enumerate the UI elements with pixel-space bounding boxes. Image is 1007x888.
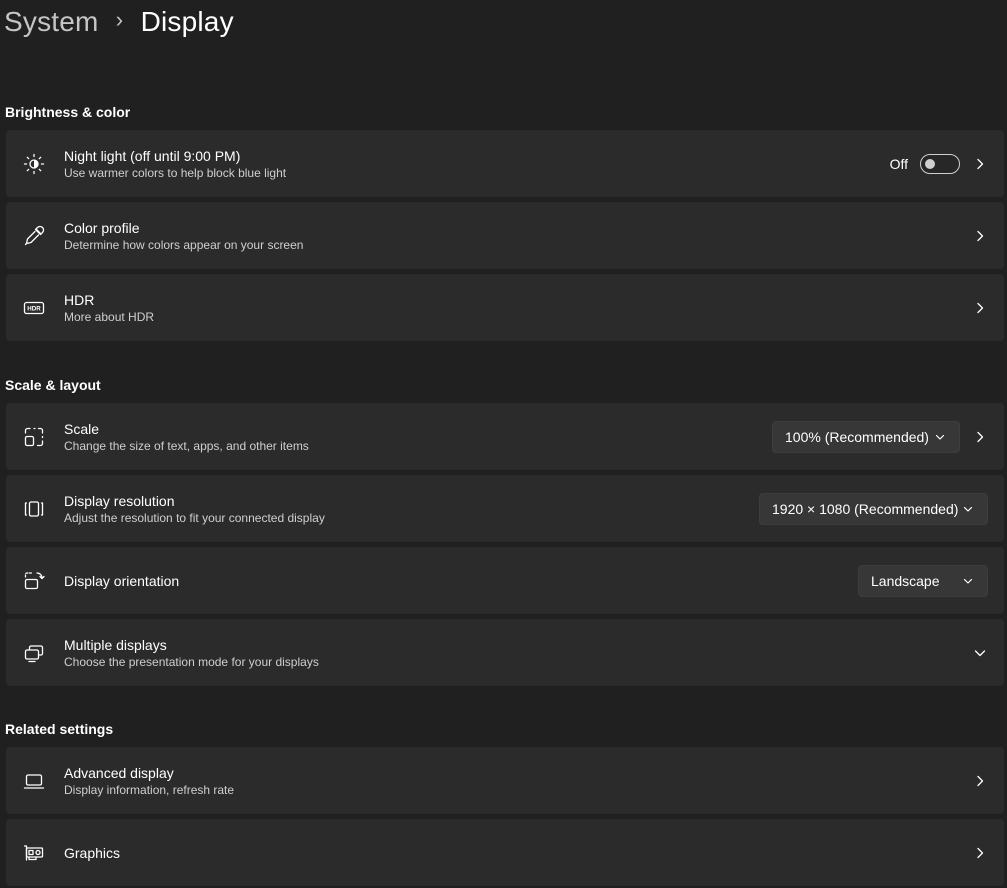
scale-subtitle: Change the size of text, apps, and other… xyxy=(64,438,309,453)
display-orientation-title: Display orientation xyxy=(64,572,180,589)
resolution-icon xyxy=(22,497,46,521)
svg-text:HDR: HDR xyxy=(27,305,41,312)
display-resolution-dropdown-value: 1920 × 1080 (Recommended) xyxy=(772,500,959,517)
advanced-display-title: Advanced display xyxy=(64,764,174,781)
color-profile-subtitle: Determine how colors appear on your scre… xyxy=(64,237,304,252)
scale-dropdown[interactable]: 100% (Recommended) xyxy=(772,420,960,453)
section-title-scale-layout: Scale & layout xyxy=(5,377,101,393)
night-light-title: Night light (off until 9:00 PM) xyxy=(64,147,241,164)
scale-text: Scale Change the size of text, apps, and… xyxy=(64,420,309,454)
hdr-card[interactable]: HDR HDR More about HDR xyxy=(6,274,1004,341)
display-orientation-text: Display orientation xyxy=(64,572,179,590)
display-resolution-dropdown[interactable]: 1920 × 1080 (Recommended) xyxy=(759,492,988,525)
multiple-displays-title: Multiple displays xyxy=(64,636,167,653)
laptop-icon xyxy=(22,769,46,793)
color-profile-card[interactable]: Color profile Determine how colors appea… xyxy=(6,202,1004,269)
section-title-related-settings: Related settings xyxy=(5,721,114,737)
orientation-icon xyxy=(22,569,46,593)
graphics-title: Graphics xyxy=(64,844,121,861)
graphics-text: Graphics xyxy=(64,844,120,862)
graphics-card[interactable]: Graphics xyxy=(6,819,1004,886)
toggle-knob xyxy=(925,158,935,169)
display-orientation-dropdown-value: Landscape xyxy=(871,572,940,589)
hdr-title: HDR xyxy=(64,291,95,308)
night-light-text: Night light (off until 9:00 PM) Use warm… xyxy=(64,147,286,181)
hdr-icon: HDR xyxy=(22,296,46,320)
chevron-right-icon xyxy=(974,302,986,314)
hdr-subtitle: More about HDR xyxy=(64,309,155,324)
chevron-down-icon xyxy=(935,432,945,442)
multiple-displays-card[interactable]: Multiple displays Choose the presentatio… xyxy=(6,619,1004,686)
night-light-toggle-label: Off xyxy=(889,155,908,172)
night-light-toggle[interactable] xyxy=(920,153,960,174)
color-profile-text: Color profile Determine how colors appea… xyxy=(64,219,303,253)
chevron-down-icon xyxy=(963,576,973,586)
chevron-right-icon xyxy=(974,230,986,242)
color-profile-title: Color profile xyxy=(64,219,140,236)
scale-dropdown-value: 100% (Recommended) xyxy=(785,428,929,445)
display-orientation-card: Display orientation Landscape xyxy=(6,547,1004,614)
chevron-down-icon xyxy=(974,647,986,659)
eyedropper-icon xyxy=(22,224,46,248)
breadcrumb-system-link[interactable]: System xyxy=(4,6,99,38)
brightness-sun-icon xyxy=(22,152,46,176)
advanced-display-text: Advanced display Display information, re… xyxy=(64,764,234,798)
chevron-right-icon xyxy=(974,847,986,859)
display-resolution-card: Display resolution Adjust the resolution… xyxy=(6,475,1004,542)
breadcrumb-chevron-icon: › xyxy=(115,7,124,32)
chevron-right-icon xyxy=(974,158,986,170)
chevron-right-icon xyxy=(974,431,986,443)
chevron-down-icon xyxy=(963,504,973,514)
multiple-displays-icon xyxy=(22,641,46,665)
display-settings-page: System › Display Brightness & color Nigh… xyxy=(0,0,1007,888)
display-resolution-title: Display resolution xyxy=(64,492,175,509)
night-light-card[interactable]: Night light (off until 9:00 PM) Use warm… xyxy=(6,130,1004,197)
multiple-displays-subtitle: Choose the presentation mode for your di… xyxy=(64,654,319,669)
breadcrumb: System › Display xyxy=(4,2,234,42)
chevron-right-icon xyxy=(974,775,986,787)
multiple-displays-text: Multiple displays Choose the presentatio… xyxy=(64,636,319,670)
page-title: Display xyxy=(140,6,234,37)
advanced-display-card[interactable]: Advanced display Display information, re… xyxy=(6,747,1004,814)
display-resolution-text: Display resolution Adjust the resolution… xyxy=(64,492,325,526)
scale-title: Scale xyxy=(64,420,100,437)
scale-icon xyxy=(22,425,46,449)
display-resolution-subtitle: Adjust the resolution to fit your connec… xyxy=(64,510,325,525)
night-light-subtitle: Use warmer colors to help block blue lig… xyxy=(64,165,287,180)
scale-card[interactable]: Scale Change the size of text, apps, and… xyxy=(6,403,1004,470)
section-title-brightness-color: Brightness & color xyxy=(5,104,131,120)
graphics-card-icon xyxy=(22,841,46,865)
advanced-display-subtitle: Display information, refresh rate xyxy=(64,782,235,797)
display-orientation-dropdown[interactable]: Landscape xyxy=(858,564,988,597)
hdr-text: HDR More about HDR xyxy=(64,291,154,325)
